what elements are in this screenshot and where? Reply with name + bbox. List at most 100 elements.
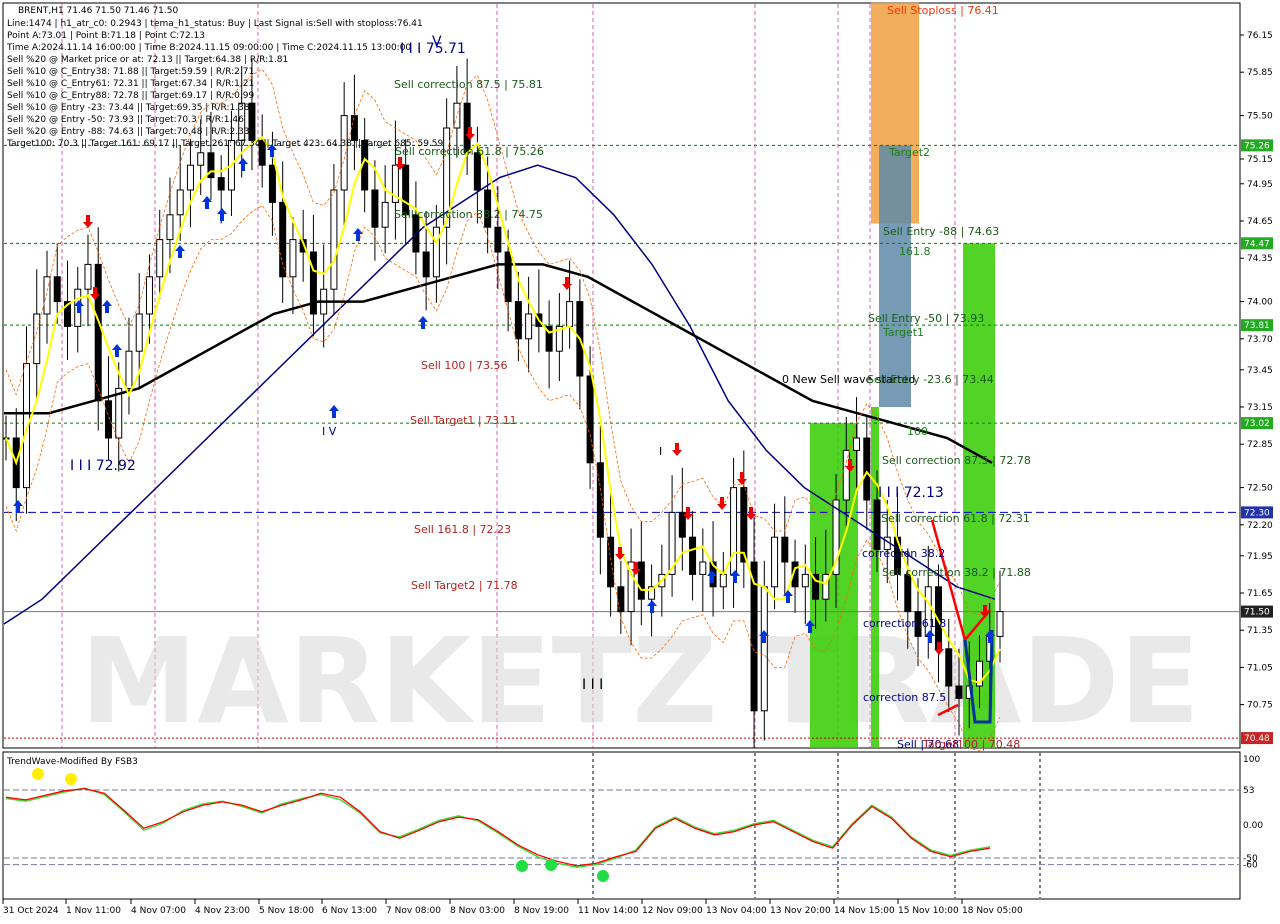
candle-body	[115, 387, 123, 439]
time-tick-label: 13 Nov 20:00	[770, 906, 831, 916]
price-axis: 76.15 75.85 75.50 75.15 74.95 74.65 74.35 74.00…	[1240, 31, 1273, 745]
time-tick-label: 4 Nov 23:00	[195, 906, 250, 916]
candle-body	[289, 239, 297, 278]
watermark: MARKETZ TRADE	[80, 612, 1200, 750]
price-chart[interactable]: MARKETZ TRADE Sell Stoploss | 76.41 Targe…	[0, 0, 1280, 920]
info-line: Time A:2024.11.14 16:00:00 | Time B:2024…	[6, 43, 411, 53]
candle-body	[156, 239, 164, 278]
candle-body	[863, 437, 871, 501]
osc-tick-label: -60	[1243, 861, 1258, 871]
label-sell-correction-382-a: Sell correction 38.2 | 74.75	[394, 208, 543, 221]
candle-body	[781, 536, 789, 563]
label-wave-v-top: V	[432, 34, 442, 50]
time-tick-label: 13 Nov 04:00	[706, 906, 767, 916]
candle-body	[566, 301, 574, 327]
candle-body	[637, 561, 645, 600]
time-tick-label: 14 Nov 15:00	[834, 906, 895, 916]
candle-body	[432, 226, 440, 278]
candle-body	[268, 164, 276, 203]
label-sell-correction-875-a: Sell correction 87.5 | 75.81	[394, 78, 543, 91]
candle-body	[699, 561, 707, 575]
info-line: Sell %20 @ Entry -88: 74.63 || Target:70…	[7, 127, 250, 137]
candle-body	[330, 189, 338, 290]
chart-window[interactable]: MARKETZ TRADE Sell Stoploss | 76.41 Targe…	[0, 0, 1280, 920]
candle-body	[740, 487, 748, 563]
price-marker-label: 70.48	[1244, 734, 1270, 744]
price-tick-label: 75.85	[1247, 68, 1273, 78]
candle-body	[371, 189, 379, 228]
candle-body	[350, 115, 358, 141]
candle-body	[730, 487, 738, 575]
time-tick-label: 15 Nov 10:00	[898, 906, 959, 916]
candle-body	[340, 115, 348, 191]
candle-body	[279, 201, 287, 278]
price-tick-label: 73.45	[1247, 366, 1273, 376]
time-axis: 31 Oct 2024 1 Nov 11:00 4 Nov 07:00 4 Nov 2…	[2, 899, 1023, 916]
candle-body	[955, 685, 963, 699]
candle-body	[94, 263, 102, 402]
label-target1: Target1	[882, 326, 924, 339]
price-tick-label: 72.85	[1247, 440, 1273, 450]
candle-body	[104, 400, 112, 439]
label-wave-i-mid: I	[659, 445, 662, 458]
info-line: Sell %10 @ C_Entry61: 72.31 || Target:67…	[7, 79, 254, 89]
label-sell-entry-88: Sell Entry -88 | 74.63	[883, 225, 999, 238]
price-tick-label: 74.65	[1247, 217, 1273, 227]
candle-body	[43, 276, 51, 315]
candle-body	[53, 276, 61, 303]
info-line: Sell %10 @ C_Entry38: 71.88 || Target:59…	[7, 67, 254, 77]
price-tick-label: 71.05	[1247, 663, 1273, 673]
price-tick-label: 74.35	[1247, 254, 1273, 264]
label-sell-target2: Sell Target2 | 71.78	[411, 579, 518, 592]
time-tick-label: 8 Nov 03:00	[450, 906, 505, 916]
osc-tick-label: 100	[1243, 755, 1260, 765]
price-tick-label: 71.35	[1247, 626, 1273, 636]
candle-body	[719, 573, 727, 588]
osc-signal-dot	[516, 860, 528, 872]
price-marker-label: 71.50	[1244, 608, 1270, 618]
candle-body	[135, 313, 143, 352]
candle-body	[996, 611, 1004, 637]
price-tick-label: 74.95	[1247, 180, 1273, 190]
candle-body	[801, 573, 809, 588]
osc-tick-label: 0.00	[1243, 821, 1263, 831]
price-tick-label: 71.65	[1247, 589, 1273, 599]
osc-signal-dot	[32, 768, 44, 780]
time-tick-label: 12 Nov 09:00	[642, 906, 703, 916]
time-tick-label: 6 Nov 13:00	[322, 906, 377, 916]
candle-body	[678, 511, 686, 538]
candle-body	[853, 437, 861, 451]
label-bottom-target: Target100 | 70.48	[922, 738, 1020, 751]
price-tick-label: 73.15	[1247, 403, 1273, 413]
symbol-header: BRENT,H1 71.46 71.50 71.46 71.50	[18, 6, 178, 16]
label-correction-875: correction 87.5	[863, 691, 946, 704]
candle-body	[125, 350, 133, 389]
price-marker-label: 75.26	[1244, 141, 1270, 151]
candle-body	[771, 536, 779, 588]
price-tick-label: 76.15	[1247, 31, 1273, 41]
candle-body	[217, 177, 225, 191]
candle-body	[760, 586, 768, 712]
label-wave-iii-left: I I I 72.92	[70, 458, 136, 474]
candle-body	[145, 276, 153, 315]
time-tick-label: 31 Oct 2024	[3, 906, 59, 916]
watermark-text: MARKETZ TRADE	[80, 612, 1200, 750]
label-sell-correction-382: Sell correction 38.2 | 71.88	[882, 566, 1031, 579]
candle-body	[453, 102, 461, 129]
candle-body	[586, 375, 594, 464]
price-tick-label: 72.50	[1247, 484, 1273, 494]
candle-body	[842, 449, 850, 501]
candle-body	[873, 499, 881, 551]
label-sell-correction-875: Sell correction 87.5 | 72.78	[882, 454, 1031, 467]
candle-body	[494, 226, 502, 253]
info-line: Sell %10 @ C_Entry88: 72.78 || Target:69…	[7, 91, 254, 101]
info-line: Sell %20 @ Market price or at: 72.13 || …	[7, 55, 288, 65]
price-marker-label: 72.30	[1244, 508, 1270, 518]
label-wave-iv: I V	[322, 425, 337, 438]
label-sell-1618: Sell 161.8 | 72.23	[414, 523, 511, 536]
candle-body	[904, 573, 912, 613]
candle-body	[473, 152, 481, 191]
time-tick-label: 5 Nov 18:00	[259, 906, 314, 916]
price-marker-label: 73.81	[1244, 321, 1270, 331]
label-fib-100: 100	[907, 425, 928, 438]
